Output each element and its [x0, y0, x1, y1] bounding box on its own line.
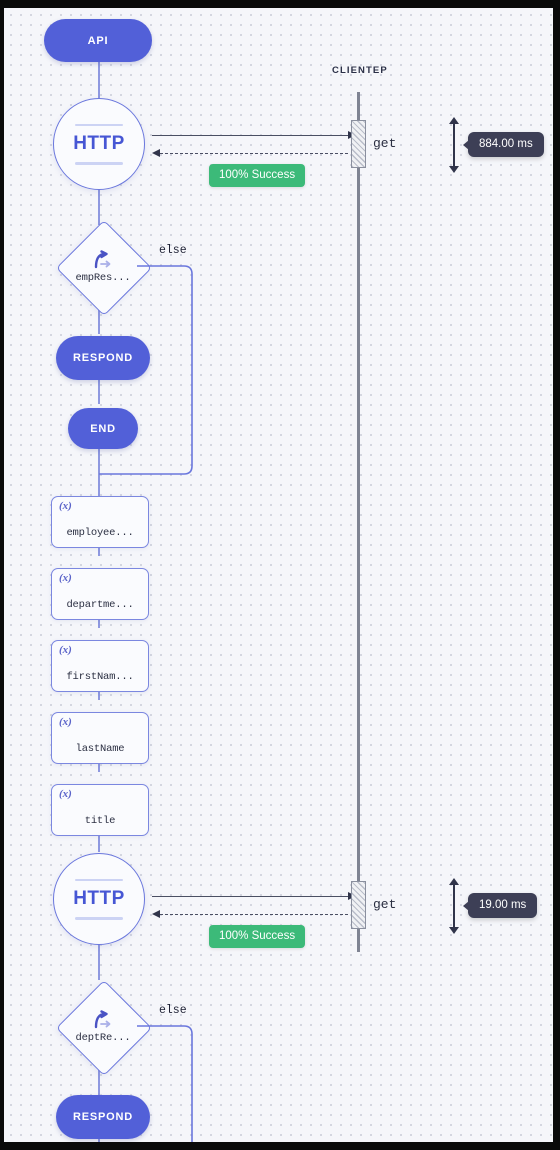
- response-arrow-head-2: [152, 909, 160, 918]
- request-arrow-line-2: [152, 896, 348, 897]
- request-arrow-line-1: [152, 135, 348, 136]
- window-frame: API HTTP empRes... else RESPOND END (x) …: [0, 0, 560, 1150]
- flow-node-respond-2-label: RESPOND: [73, 1111, 133, 1123]
- flow-node-respond-2[interactable]: RESPOND: [56, 1095, 150, 1139]
- lifeline-label-clientep: CLIENTEP: [332, 65, 388, 76]
- response-arrow-line-2: [160, 914, 348, 915]
- measure-shaft: [453, 883, 455, 929]
- duration-measure-2: [447, 878, 460, 934]
- response-arrow-head-1: [152, 148, 160, 157]
- else-branch-label-2: else: [159, 1004, 187, 1017]
- operation-label-1: get: [373, 136, 397, 151]
- lifeline-clientep: [357, 92, 360, 952]
- activation-bar-1[interactable]: [351, 120, 366, 168]
- measure-shaft: [453, 122, 455, 168]
- measure-arrow-down: [449, 927, 459, 934]
- duration-measure-1: [447, 117, 460, 173]
- success-badge-1: 100% Success: [209, 164, 306, 187]
- duration-tooltip-1-text: 884.00 ms: [479, 138, 533, 150]
- tooltip-tail: [463, 900, 469, 911]
- measure-arrow-down: [449, 166, 459, 173]
- duration-tooltip-2: 19.00 ms: [463, 893, 538, 918]
- operation-label-2: get: [373, 897, 397, 912]
- duration-tooltip-1: 884.00 ms: [463, 132, 544, 157]
- tooltip-tail: [463, 139, 469, 150]
- activation-bar-2[interactable]: [351, 881, 366, 929]
- duration-tooltip-2-text: 19.00 ms: [479, 899, 527, 911]
- success-badge-2: 100% Success: [209, 925, 306, 948]
- diagram-canvas[interactable]: API HTTP empRes... else RESPOND END (x) …: [4, 8, 553, 1142]
- response-arrow-line-1: [160, 153, 348, 154]
